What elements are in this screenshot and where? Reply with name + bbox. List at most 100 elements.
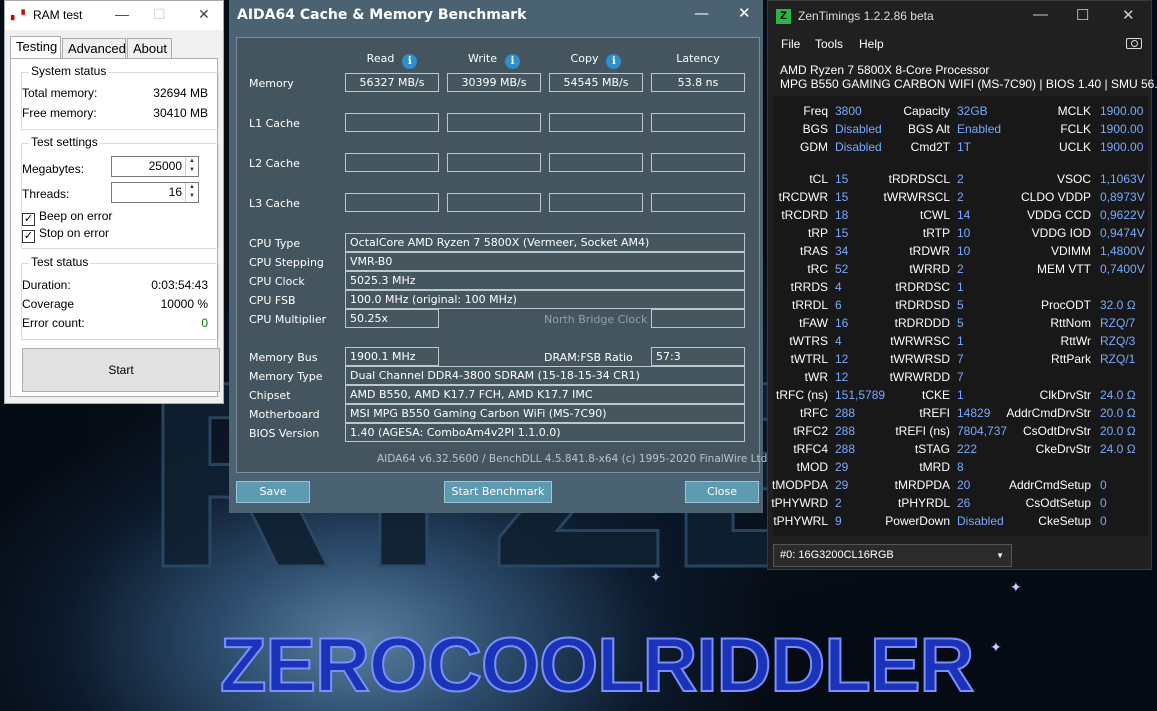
threads-spinner[interactable]: ▲ ▼ [185, 183, 198, 202]
ramtest-title: RAM test [33, 8, 83, 22]
dram-ratio-value: 57:3 [651, 347, 745, 366]
timing-label: BGS Alt [907, 122, 950, 136]
memory-profile-dropdown[interactable]: #0: 16G3200CL16RGB ▼ [773, 544, 1012, 567]
l2-read-value [345, 153, 439, 172]
timing-label: tCKE [921, 388, 950, 402]
stop-on-error-label: Stop on error [39, 226, 110, 240]
maximize-icon: ☐ [153, 6, 166, 22]
minimize-icon[interactable]: — [1033, 6, 1048, 23]
timing-label: tREFI (ns) [895, 424, 950, 438]
chipset-label: Chipset [249, 389, 291, 402]
minimize-icon[interactable]: — [115, 6, 129, 22]
l2-latency-value [651, 153, 745, 172]
minimize-icon[interactable]: — [694, 4, 709, 22]
timing-value: 20 [957, 478, 971, 492]
timing-label: tRFC2 [793, 424, 828, 438]
timing-label: VDDG IOD [1031, 226, 1091, 240]
timing-label: tPHYWRL [773, 514, 828, 528]
star-icon: ✦ [1010, 580, 1022, 596]
zentimings-window: Z ZenTimings 1.2.2.86 beta — ☐ ✕ File To… [767, 0, 1157, 570]
maximize-icon[interactable]: ☐ [1076, 6, 1089, 24]
camera-icon[interactable] [1126, 38, 1142, 49]
timing-label: BGS [802, 122, 828, 136]
memory-type-label: Memory Type [249, 370, 323, 383]
timing-label: tRC [807, 262, 828, 276]
timing-label: tCL [809, 172, 828, 186]
timing-value: 10 [957, 226, 971, 240]
close-icon[interactable]: ✕ [738, 4, 751, 22]
beep-on-error-checkbox[interactable]: ✓ Beep on error [22, 209, 112, 226]
timing-label: CLDO VDDP [1020, 190, 1091, 204]
free-memory-label: Free memory: [22, 106, 97, 120]
close-icon[interactable]: ✕ [1122, 6, 1135, 24]
row-label-l3: L3 Cache [249, 197, 300, 210]
timing-value: 18 [835, 208, 849, 222]
test-settings-label: Test settings [29, 135, 100, 149]
timing-value: 288 [835, 424, 856, 438]
timing-value: 288 [835, 406, 856, 420]
timing-value: 8 [957, 460, 964, 474]
timing-label: Cmd2T [910, 140, 950, 154]
timing-value: 15 [835, 226, 849, 240]
megabytes-input[interactable]: 25000 ▲ ▼ [111, 156, 199, 177]
timing-value: 0,9474V [1100, 226, 1145, 240]
timing-label: tWR [804, 370, 828, 384]
timing-label: tWTRS [789, 334, 828, 348]
timing-value: Disabled [835, 122, 882, 136]
timing-label: tRTP [922, 226, 950, 240]
timing-label: PowerDown [885, 514, 950, 528]
timing-label: tPHYWRD [771, 496, 828, 510]
l1-write-value [447, 113, 541, 132]
timing-value: 6 [835, 298, 842, 312]
cpu-fsb-value: 100.0 MHz (original: 100 MHz) [345, 290, 745, 309]
column-header-latency: Latency [651, 52, 745, 65]
start-benchmark-button[interactable]: Start Benchmark [444, 481, 552, 503]
column-header-read: Read i [345, 52, 439, 69]
close-button[interactable]: Close [685, 481, 759, 503]
megabytes-spinner[interactable]: ▲ ▼ [185, 157, 198, 176]
timing-label: tRCDWR [778, 190, 828, 204]
timing-value: 1900.00 [1100, 104, 1144, 118]
menu-file[interactable]: File [781, 37, 800, 51]
timing-label: CkeSetup [1038, 514, 1091, 528]
timing-value: 52 [835, 262, 849, 276]
timing-value: 15 [835, 190, 849, 204]
column-header-write: Write i [447, 52, 541, 69]
timing-label: tRRDL [791, 298, 828, 312]
tab-advanced[interactable]: Advanced [62, 38, 126, 59]
timing-value: 16 [835, 316, 849, 330]
tab-testing[interactable]: Testing [10, 36, 61, 59]
free-memory-value: 30410 MB [153, 106, 208, 120]
memory-read-value: 56327 MB/s [345, 73, 439, 92]
timing-value: 7 [957, 370, 964, 384]
timing-value: 29 [835, 460, 849, 474]
l2-copy-value [549, 153, 643, 172]
timing-label: tMRD [919, 460, 950, 474]
l1-copy-value [549, 113, 643, 132]
timing-label: AddrCmdDrvStr [1006, 406, 1091, 420]
zentimings-title: ZenTimings 1.2.2.86 beta [798, 9, 934, 23]
info-icon[interactable]: i [606, 54, 622, 69]
timing-label: tRAS [799, 244, 828, 258]
timing-value: 151,5789 [835, 388, 886, 402]
memory-bus-value: 1900.1 MHz [345, 347, 439, 366]
beep-on-error-label: Beep on error [39, 209, 113, 223]
info-icon[interactable]: i [505, 54, 521, 69]
system-status-label: System status [29, 64, 109, 78]
timing-value: 4 [835, 334, 842, 348]
threads-input[interactable]: 16 ▲ ▼ [111, 182, 199, 203]
tab-about[interactable]: About [127, 38, 172, 59]
close-icon[interactable]: ✕ [198, 6, 210, 23]
stop-on-error-checkbox[interactable]: ✓ Stop on error [22, 226, 109, 243]
info-icon[interactable]: i [402, 54, 418, 69]
timing-label: FCLK [1060, 122, 1091, 136]
timing-value: 1 [957, 280, 964, 294]
menu-tools[interactable]: Tools [815, 37, 843, 51]
timing-value: 0 [1100, 514, 1107, 528]
save-button[interactable]: Save [236, 481, 310, 503]
timing-label: tWRRD [909, 262, 950, 276]
start-button[interactable]: Start [22, 348, 220, 392]
menu-help[interactable]: Help [859, 37, 884, 51]
duration-label: Duration: [22, 278, 71, 292]
ramtest-titlebar[interactable]: ▖▝ RAM test — ☐ ✕ [5, 1, 223, 30]
